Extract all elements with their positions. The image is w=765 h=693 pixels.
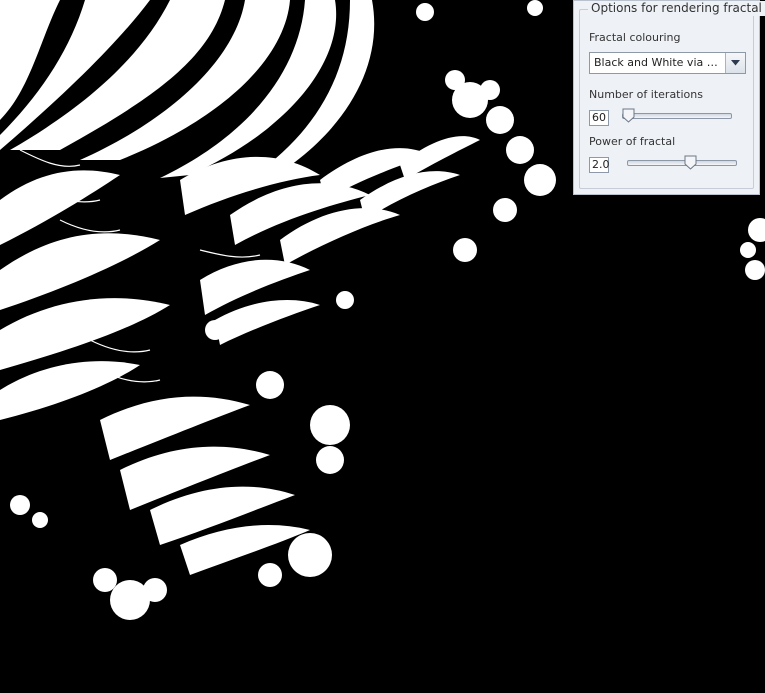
iterations-field[interactable]: 60 — [589, 110, 609, 126]
colouring-label: Fractal colouring — [589, 31, 681, 44]
colouring-select-value: Black and White via mo... — [594, 56, 722, 69]
power-label: Power of fractal — [589, 135, 676, 148]
iterations-slider[interactable] — [622, 113, 732, 119]
colouring-select[interactable]: Black and White via mo... — [589, 52, 746, 74]
iterations-label: Number of iterations — [589, 88, 703, 101]
chevron-down-icon — [731, 60, 740, 66]
colouring-select-arrow-button[interactable] — [725, 53, 745, 73]
power-slider[interactable] — [627, 160, 737, 166]
power-field[interactable]: 2.0 — [589, 157, 610, 173]
options-panel-title: Options for rendering fractal — [588, 1, 765, 16]
iterations-slider-thumb[interactable] — [622, 108, 635, 123]
power-slider-thumb[interactable] — [684, 155, 697, 170]
options-panel: Options for rendering fractal Fractal co… — [573, 0, 765, 195]
